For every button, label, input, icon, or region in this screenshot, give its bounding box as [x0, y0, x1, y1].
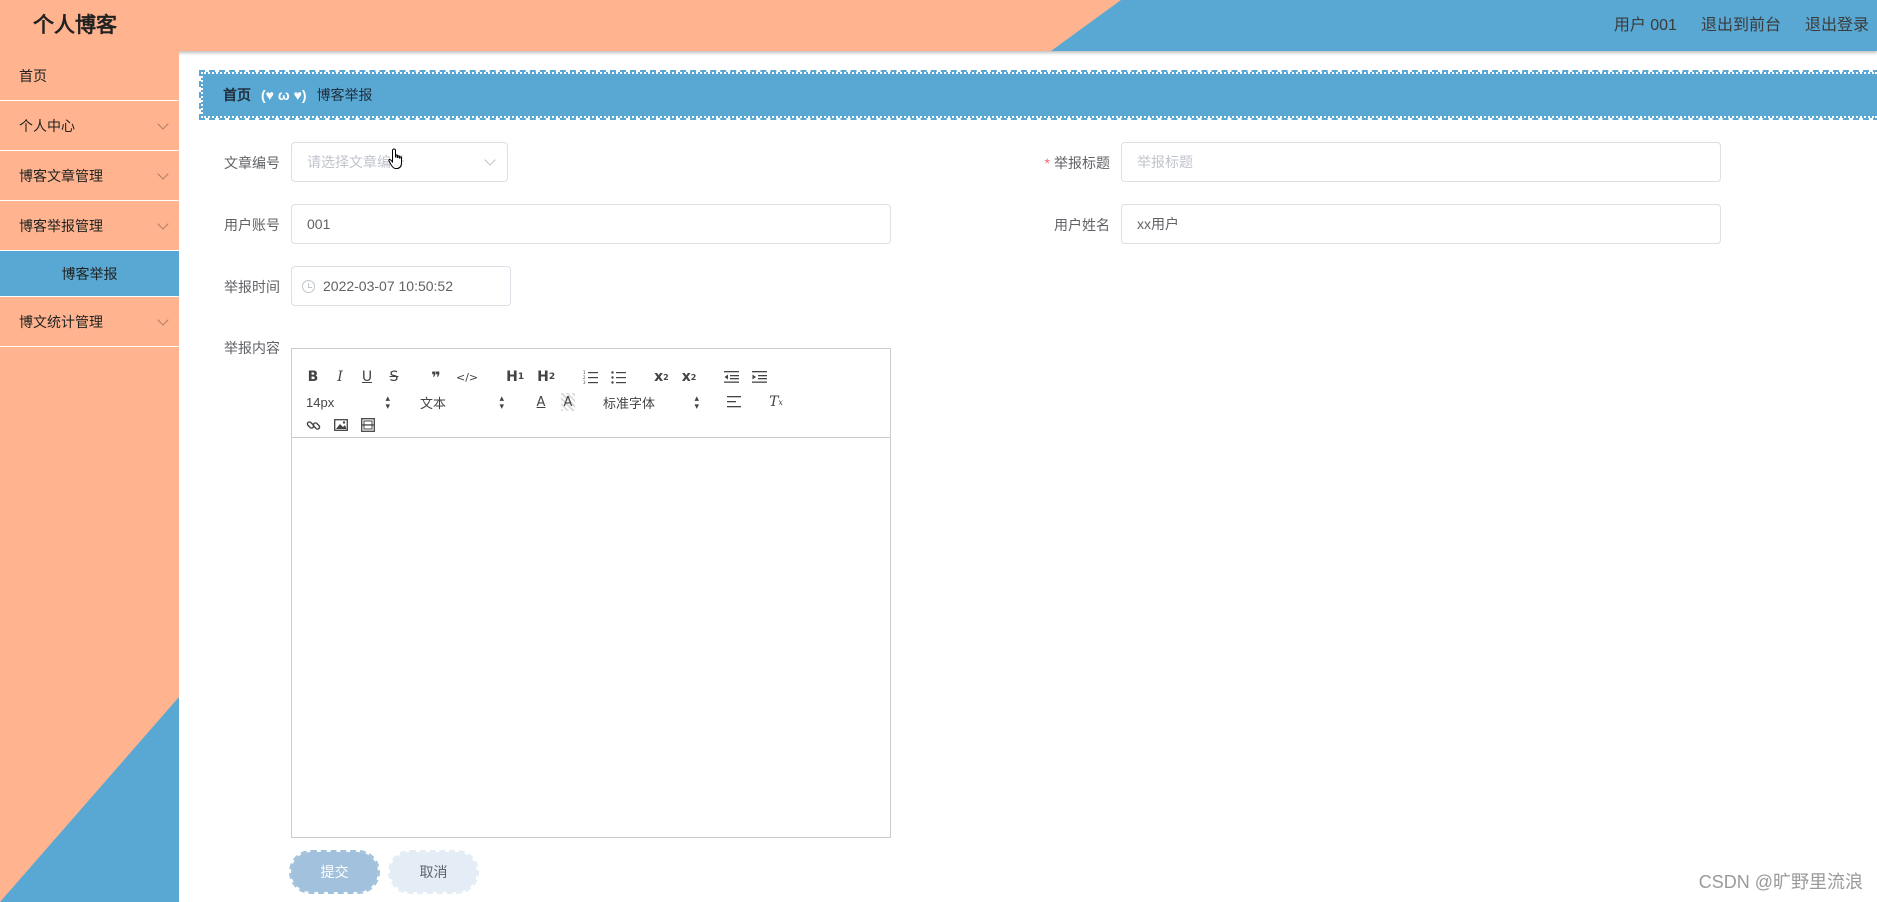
chevron-down-icon — [157, 167, 169, 180]
account-input[interactable] — [291, 204, 891, 244]
report-time-picker[interactable] — [291, 266, 511, 306]
report-title-label-text: 举报标题 — [1054, 155, 1110, 171]
breadcrumb-home[interactable]: 首页 — [223, 85, 251, 105]
sidebar-item-label: 个人中心 — [19, 117, 75, 134]
sidebar-item-personal-center[interactable]: 个人中心 — [0, 101, 179, 151]
cancel-button[interactable]: 取消 — [388, 850, 479, 894]
video-icon[interactable] — [361, 416, 375, 434]
chevron-up-icon — [157, 217, 169, 230]
superscript-icon[interactable]: x2 — [682, 368, 697, 386]
bullet-list-icon[interactable] — [611, 368, 627, 386]
account-label: 用户账号 — [224, 217, 280, 233]
font-family-select[interactable]: 标准字体 ▴ ▾ — [603, 393, 699, 412]
header-format-value: 文本 — [420, 395, 447, 411]
image-icon[interactable] — [334, 416, 348, 434]
exit-to-front-link[interactable]: 退出到前台 — [1701, 11, 1781, 35]
header-links: 用户 001 退出到前台 退出登录 — [1614, 11, 1869, 35]
clock-icon — [302, 280, 315, 293]
article-no-label: 文章编号 — [224, 155, 280, 171]
code-block-icon[interactable]: </> — [456, 368, 478, 386]
subscript-icon[interactable]: x2 — [654, 368, 669, 386]
hand-cursor-icon — [388, 148, 402, 169]
required-mark: * — [1044, 155, 1050, 171]
sidebar-item-statistics-management[interactable]: 博文统计管理 — [0, 297, 179, 347]
heading-1-icon[interactable]: H1 — [506, 368, 524, 386]
submit-button[interactable]: 提交 — [289, 850, 380, 894]
sidebar-item-label: 博文统计管理 — [19, 313, 103, 330]
chevron-down-icon — [157, 117, 169, 130]
watermark: CSDN @旷野里流浪 — [1698, 872, 1863, 892]
font-size-value: 14px — [306, 394, 335, 410]
link-icon[interactable] — [306, 416, 321, 434]
toolbar-row-2: 14px ▴ ▾ 文本 ▴ ▾ A A 标准字体 ▴ ▾ Tx — [306, 392, 796, 412]
select-updown-icon: ▴ ▾ — [694, 393, 699, 411]
username-input[interactable] — [1121, 204, 1721, 244]
heading-2-icon[interactable]: H2 — [537, 368, 555, 386]
top-header: 个人博客 用户 001 退出到前台 退出登录 — [0, 0, 1877, 51]
font-family-value: 标准字体 — [603, 395, 656, 411]
editor-content-area[interactable] — [292, 438, 890, 837]
align-icon[interactable] — [727, 393, 741, 411]
select-updown-icon: ▴ ▾ — [385, 393, 390, 411]
bold-icon[interactable]: B — [306, 368, 320, 386]
sidebar-subitem-label: 博客举报 — [61, 265, 118, 282]
svg-text:3: 3 — [583, 380, 586, 384]
report-title-label: * 举报标题 — [1030, 153, 1110, 173]
header-format-select[interactable]: 文本 ▴ ▾ — [420, 393, 504, 412]
indent-icon[interactable] — [752, 368, 768, 386]
breadcrumb: 首页 (♥ ω ♥) 博客举报 — [199, 70, 1877, 120]
toolbar-row-1: B I U S ❞ </> H1 H2 123 x2 x2 — [306, 367, 780, 387]
sidebar-item-home[interactable]: 首页 — [0, 51, 179, 101]
sidebar-item-label: 博客文章管理 — [19, 167, 103, 184]
select-updown-icon: ▴ ▾ — [499, 393, 504, 411]
sidebar-subitem-blog-report[interactable]: 博客举报 — [0, 251, 179, 297]
chevron-down-icon — [157, 313, 169, 326]
sidebar-item-report-management[interactable]: 博客举报管理 — [0, 201, 179, 251]
sidebar-item-label: 首页 — [19, 67, 47, 84]
sidebar-decoration — [0, 697, 179, 902]
font-color-icon[interactable]: A — [534, 393, 548, 411]
breadcrumb-separator: (♥ ω ♥) — [261, 87, 307, 103]
report-content-label: 举报内容 — [224, 340, 280, 356]
outdent-icon[interactable] — [724, 368, 740, 386]
ordered-list-icon[interactable]: 123 — [583, 368, 599, 386]
report-time-label: 举报时间 — [224, 279, 280, 295]
underline-icon[interactable]: U — [360, 368, 374, 386]
background-color-icon[interactable]: A — [561, 393, 575, 411]
brand-title: 个人博客 — [33, 14, 117, 37]
editor-toolbar: B I U S ❞ </> H1 H2 123 x2 x2 14px ▴ ▾ 文… — [292, 349, 890, 438]
sidebar-item-label: 博客举报管理 — [19, 217, 103, 234]
font-size-select[interactable]: 14px ▴ ▾ — [306, 393, 390, 411]
report-title-input[interactable] — [1121, 142, 1721, 182]
blockquote-icon[interactable]: ❞ — [429, 368, 443, 387]
current-user-label: 用户 001 — [1613, 17, 1677, 34]
breadcrumb-current: 博客举报 — [316, 87, 373, 103]
sidebar: 首页 个人中心 博客文章管理 博客举报管理 博客举报 博文统计管理 — [0, 51, 179, 902]
rich-text-editor: B I U S ❞ </> H1 H2 123 x2 x2 14px ▴ ▾ 文… — [291, 348, 891, 838]
sidebar-item-article-management[interactable]: 博客文章管理 — [0, 151, 179, 201]
username-label: 用户姓名 — [1054, 217, 1110, 233]
italic-icon[interactable]: I — [333, 368, 347, 386]
report-time-input[interactable] — [291, 266, 511, 306]
clear-format-icon[interactable]: Tx — [769, 393, 783, 411]
logout-link[interactable]: 退出登录 — [1805, 11, 1869, 35]
toolbar-row-3 — [306, 415, 388, 435]
strikethrough-icon[interactable]: S — [387, 368, 401, 386]
